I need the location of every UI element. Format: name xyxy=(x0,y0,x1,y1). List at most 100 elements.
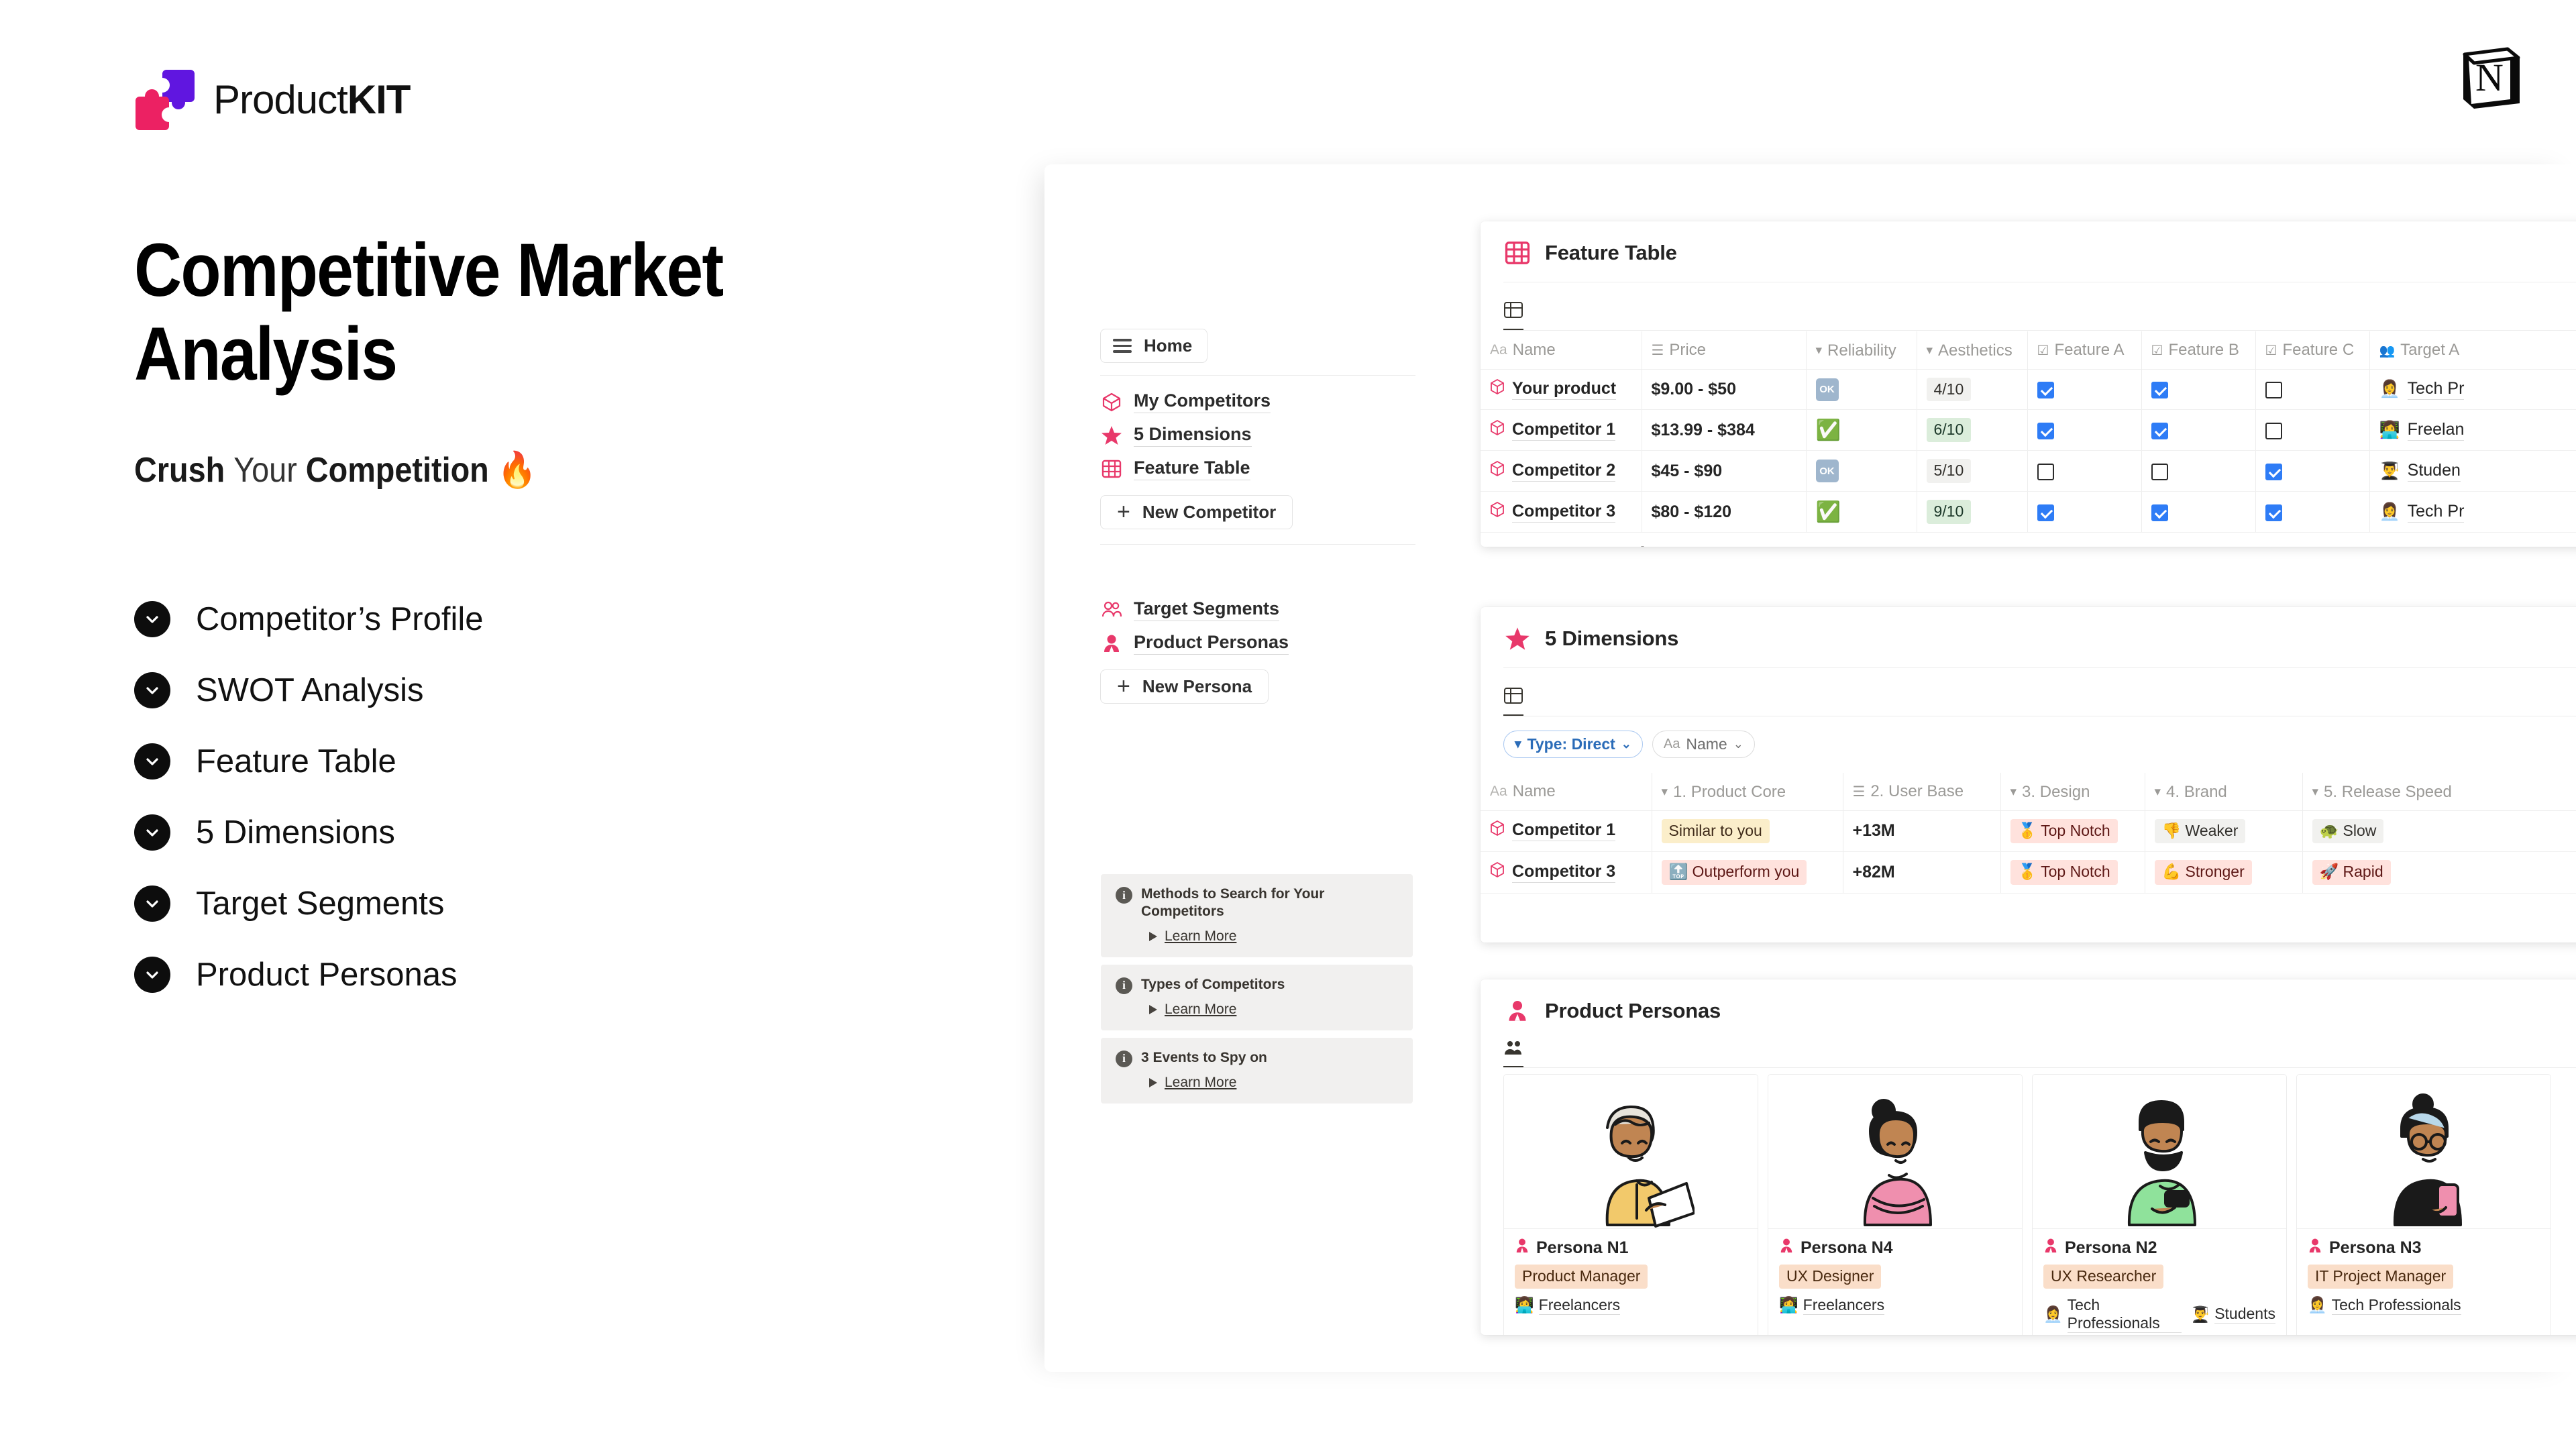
cell-feature-b[interactable] xyxy=(2141,369,2256,411)
toc-item-5-dimensions[interactable]: 5 Dimensions xyxy=(134,797,483,868)
cell-aesthetics[interactable]: 6/10 xyxy=(1917,409,2028,451)
checkbox-feature-c[interactable] xyxy=(2265,463,2282,480)
cell-feature-c[interactable] xyxy=(2255,409,2370,451)
home-button[interactable]: Home xyxy=(1100,329,1208,363)
cell-brand[interactable]: 👎 Weaker xyxy=(2145,810,2303,853)
segment-item[interactable]: 👩‍💼 Tech Professionals xyxy=(2308,1296,2461,1315)
column-header-release-speed[interactable]: ▾ 5. Release Speed xyxy=(2302,773,2576,811)
cell-user-base[interactable]: +82M xyxy=(1843,851,2001,894)
checkbox-feature-b[interactable] xyxy=(2151,463,2168,480)
new-competitor-button[interactable]: + New Competitor xyxy=(1100,495,1293,529)
persona-card[interactable]: Persona N2 UX Researcher 👩‍💼 Tech Profess… xyxy=(2032,1074,2287,1335)
table-row[interactable]: Your product $9.00 - $50 OK 4/10 👩‍💼 Tech… xyxy=(1481,369,2576,411)
cell-feature-b[interactable] xyxy=(2141,450,2256,492)
sidebar-item-5-dimensions[interactable]: 5 Dimensions xyxy=(1100,424,1415,447)
cell-name[interactable]: Competitor 1 xyxy=(1481,810,1652,853)
callout-methods-to-search[interactable]: i Methods to Search for Your Competitors… xyxy=(1101,874,1413,957)
cell-reliability[interactable]: OK xyxy=(1806,369,1917,411)
triangle-right-icon[interactable] xyxy=(1149,931,1157,941)
callout-types-of-competitors[interactable]: i Types of Competitors Learn More xyxy=(1101,964,1413,1030)
column-header-name[interactable]: Aa Name xyxy=(1481,331,1642,370)
cell-target-audience[interactable]: 👩‍💼 Tech Pr xyxy=(2369,369,2576,411)
sidebar-item-target-segments[interactable]: Target Segments xyxy=(1100,598,1415,621)
cell-target-audience[interactable]: 👩‍💼 Tech Pr xyxy=(2369,491,2576,533)
cell-design[interactable]: 🥇 Top Notch xyxy=(2000,810,2145,853)
sidebar-item-feature-table[interactable]: Feature Table xyxy=(1100,458,1415,480)
checkbox-feature-c[interactable] xyxy=(2265,422,2282,439)
cell-target-audience[interactable]: 👨‍🎓 Studen xyxy=(2369,450,2576,492)
cell-price[interactable]: $9.00 - $50 xyxy=(1642,369,1807,411)
cell-name[interactable]: Competitor 2 xyxy=(1481,450,1642,492)
cell-aesthetics[interactable]: 4/10 xyxy=(1917,369,2028,411)
sidebar-item-my-competitors[interactable]: My Competitors xyxy=(1100,390,1415,413)
cell-feature-a[interactable] xyxy=(2027,450,2142,492)
checkbox-feature-b[interactable] xyxy=(2151,381,2168,398)
table-row[interactable]: Competitor 2 $45 - $90 OK 5/10 👨‍🎓 Studen xyxy=(1481,450,2576,492)
cell-feature-a[interactable] xyxy=(2027,369,2142,411)
toc-item-competitors-profile[interactable]: Competitor’s Profile xyxy=(134,584,483,655)
column-header-name[interactable]: Aa Name xyxy=(1481,773,1652,811)
triangle-right-icon[interactable] xyxy=(1149,1004,1157,1014)
segment-item[interactable]: 👨‍🎓 Students xyxy=(2191,1296,2275,1333)
cell-release-speed[interactable]: 🐢 Slow xyxy=(2302,810,2576,853)
learn-more-link[interactable]: Learn More xyxy=(1165,928,1236,945)
cell-target-audience[interactable]: 👩‍💻 Freelan xyxy=(2369,409,2576,451)
learn-more-link[interactable]: Learn More xyxy=(1165,1002,1236,1018)
triangle-right-icon[interactable] xyxy=(1149,1077,1157,1087)
cell-price[interactable]: $13.99 - $384 xyxy=(1642,409,1807,451)
persona-card[interactable]: Persona N4 UX Designer 👩‍💻 Freelancers xyxy=(1768,1074,2023,1335)
toc-item-feature-table[interactable]: Feature Table xyxy=(134,726,483,797)
cell-reliability[interactable]: ✅ xyxy=(1806,491,1917,533)
segment-item[interactable]: 👩‍💼 Tech Professionals xyxy=(2043,1296,2182,1333)
checkbox-feature-c[interactable] xyxy=(2265,381,2282,398)
toc-item-target-segments[interactable]: Target Segments xyxy=(134,868,483,939)
cell-feature-a[interactable] xyxy=(2027,409,2142,451)
checkbox-feature-c[interactable] xyxy=(2265,504,2282,521)
table-row[interactable]: Competitor 1 Similar to you +13M 🥇 Top N… xyxy=(1481,810,2576,853)
column-header-aesthetics[interactable]: ▾ Aesthetics xyxy=(1917,331,2028,370)
cell-product-core[interactable]: 🔝 Outperform you xyxy=(1652,851,1843,894)
checkbox-feature-b[interactable] xyxy=(2151,504,2168,521)
cell-name[interactable]: Competitor 3 xyxy=(1481,491,1642,533)
column-header-feature-b[interactable]: ☑ Feature B xyxy=(2141,331,2256,370)
cell-feature-b[interactable] xyxy=(2141,409,2256,451)
filter-chip-type[interactable]: ▾ Type: Direct ⌄ xyxy=(1503,731,1643,758)
column-header-feature-c[interactable]: ☑ Feature C xyxy=(2255,331,2370,370)
checkbox-feature-b[interactable] xyxy=(2151,422,2168,439)
toc-item-product-personas[interactable]: Product Personas xyxy=(134,939,483,1010)
segment-item[interactable]: 👩‍💻 Freelancers xyxy=(1779,1296,1885,1315)
callout-3-events-to-spy-on[interactable]: i 3 Events to Spy on Learn More xyxy=(1101,1037,1413,1104)
cell-name[interactable]: Competitor 3 xyxy=(1481,851,1652,894)
column-header-feature-a[interactable]: ☑ Feature A xyxy=(2027,331,2142,370)
toc-item-swot-analysis[interactable]: SWOT Analysis xyxy=(134,655,483,726)
cell-name[interactable]: Your product xyxy=(1481,369,1642,411)
cell-feature-c[interactable] xyxy=(2255,369,2370,411)
cell-product-core[interactable]: Similar to you xyxy=(1652,810,1843,853)
cell-design[interactable]: 🥇 Top Notch xyxy=(2000,851,2145,894)
table-row[interactable]: Competitor 3 🔝 Outperform you +82M 🥇 Top… xyxy=(1481,851,2576,894)
new-persona-button[interactable]: + New Persona xyxy=(1100,669,1269,704)
column-header-user-base[interactable]: ☰ 2. User Base xyxy=(1843,773,2001,811)
column-header-target-audience[interactable]: 👥 Target A xyxy=(2369,331,2576,370)
column-header-brand[interactable]: ▾ 4. Brand xyxy=(2145,773,2303,811)
cell-release-speed[interactable]: 🚀 Rapid xyxy=(2302,851,2576,894)
tab-table-view[interactable] xyxy=(1503,686,1523,716)
tab-table-view[interactable] xyxy=(1503,300,1523,331)
persona-card[interactable]: Persona N3 IT Project Manager 👩‍💼 Tech Pr… xyxy=(2296,1074,2551,1335)
checkbox-feature-a[interactable] xyxy=(2037,504,2054,521)
cell-reliability[interactable]: OK xyxy=(1806,450,1917,492)
cell-aesthetics[interactable]: 5/10 xyxy=(1917,450,2028,492)
cell-feature-c[interactable] xyxy=(2255,450,2370,492)
table-row[interactable]: Competitor 1 $13.99 - $384 ✅ 6/10 👩‍💻 Fre… xyxy=(1481,409,2576,451)
tab-gallery-view[interactable] xyxy=(1503,1040,1523,1068)
column-header-product-core[interactable]: ▾ 1. Product Core xyxy=(1652,773,1843,811)
table-row[interactable]: Competitor 3 $80 - $120 ✅ 9/10 👩‍💼 Tech P… xyxy=(1481,491,2576,533)
column-header-price[interactable]: ☰ Price xyxy=(1642,331,1807,370)
cell-brand[interactable]: 💪 Stronger xyxy=(2145,851,2303,894)
cell-price[interactable]: $80 - $120 xyxy=(1642,491,1807,533)
filter-chip-name[interactable]: Aa Name ⌄ xyxy=(1652,731,1755,758)
cell-feature-b[interactable] xyxy=(2141,491,2256,533)
cell-feature-a[interactable] xyxy=(2027,491,2142,533)
cell-price[interactable]: $45 - $90 xyxy=(1642,450,1807,492)
cell-reliability[interactable]: ✅ xyxy=(1806,409,1917,451)
